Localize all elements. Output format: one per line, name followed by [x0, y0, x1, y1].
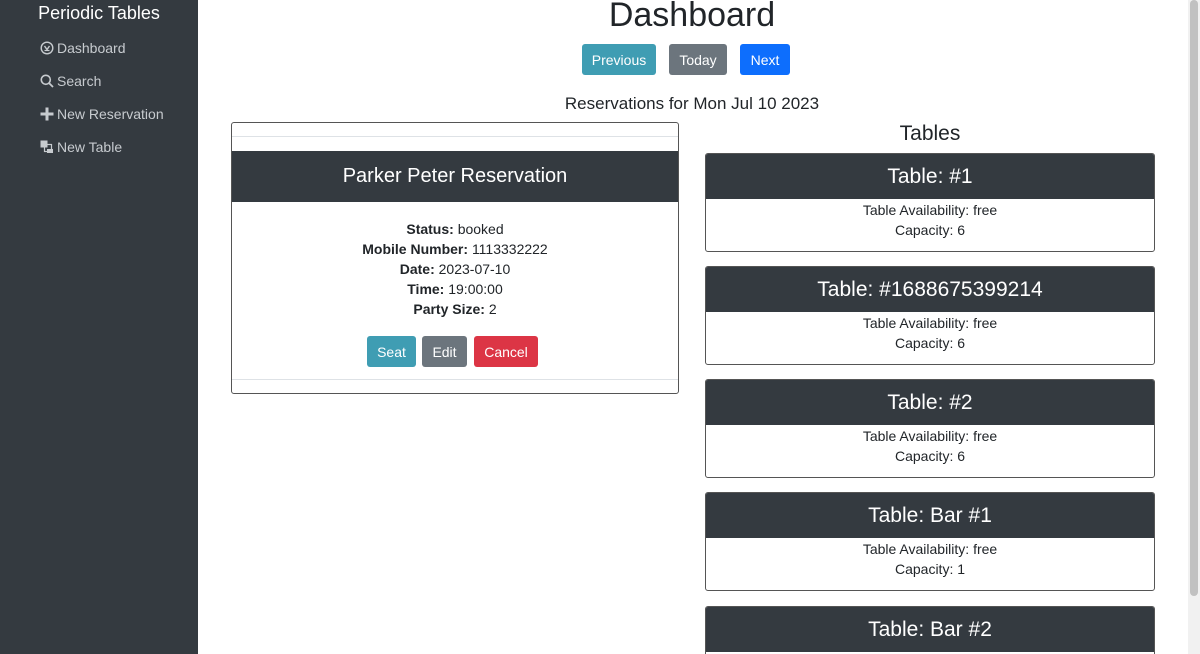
today-button[interactable]: Today [669, 44, 727, 75]
cancel-button[interactable]: Cancel [474, 336, 538, 367]
page-title: Dashboard [608, 0, 776, 34]
reservations-heading: Reservations for Mon Jul 10 2023 [564, 94, 820, 113]
reservation-title: Parker Peter Reservation [232, 151, 678, 202]
table-card: Table: Bar #1 Table Availability: free C… [705, 492, 1155, 591]
table-capacity: Capacity: 1 [894, 561, 966, 577]
divider [232, 379, 678, 380]
mobile-value: 1113332222 [471, 241, 548, 257]
table-card: Table: Bar #2 [705, 606, 1155, 654]
tables-heading: Tables [899, 122, 961, 145]
next-button[interactable]: Next [740, 44, 790, 75]
brand-title[interactable]: Periodic Tables [0, 3, 198, 24]
sidebar-item-dashboard[interactable]: Dashboard [39, 38, 126, 58]
party-size-value: 2 [488, 301, 497, 317]
table-availability: Table Availability: free [862, 315, 998, 331]
table-capacity: Capacity: 6 [894, 335, 966, 351]
status-row: Status: booked [232, 219, 678, 239]
date-row: Date: 2023-07-10 [232, 259, 678, 279]
table-capacity: Capacity: 6 [894, 448, 966, 464]
reservation-details: Status: booked Mobile Number: 1113332222… [232, 219, 678, 319]
table-title: Table: #1 [706, 154, 1154, 199]
table-availability: Table Availability: free [862, 428, 998, 444]
reservation-card: Parker Peter Reservation Status: booked … [231, 122, 679, 394]
sidebar-item-search[interactable]: Search [39, 71, 101, 91]
status-label: Status: [406, 221, 454, 237]
time-row: Time: 19:00:00 [232, 279, 678, 299]
party-size-row: Party Size: 2 [232, 299, 678, 319]
table-card: Table: #1 Table Availability: free Capac… [705, 153, 1155, 252]
seat-button[interactable]: Seat [367, 336, 416, 367]
date-value: 2023-07-10 [438, 261, 511, 277]
table-card: Table: #2 Table Availability: free Capac… [705, 379, 1155, 478]
plus-icon [39, 106, 55, 122]
status-value: booked [457, 221, 504, 237]
scrollbar[interactable] [1188, 0, 1200, 654]
table-capacity: Capacity: 6 [894, 222, 966, 238]
sidebar-item-label: Search [57, 73, 102, 89]
time-label: Time: [407, 281, 445, 297]
time-value: 19:00:00 [448, 281, 503, 297]
sidebar: Periodic Tables Dashboard Search New Res… [0, 0, 198, 654]
edit-button[interactable]: Edit [422, 336, 467, 367]
layers-icon [39, 139, 55, 155]
mobile-label: Mobile Number: [362, 241, 469, 257]
previous-button[interactable]: Previous [582, 44, 656, 75]
sidebar-item-label: New Table [57, 139, 123, 155]
table-availability: Table Availability: free [862, 202, 998, 218]
divider [232, 136, 678, 137]
sidebar-item-new-reservation[interactable]: New Reservation [39, 104, 164, 124]
date-label: Date: [399, 261, 435, 277]
table-availability: Table Availability: free [862, 541, 998, 557]
party-size-label: Party Size: [413, 301, 485, 317]
search-icon [39, 73, 55, 89]
dashboard-icon [39, 40, 55, 56]
table-title: Table: #1688675399214 [706, 267, 1154, 312]
sidebar-item-new-table[interactable]: New Table [39, 137, 122, 157]
scrollbar-thumb[interactable] [1190, 0, 1198, 596]
sidebar-item-label: New Reservation [57, 106, 164, 122]
table-title: Table: #2 [706, 380, 1154, 425]
mobile-row: Mobile Number: 1113332222 [232, 239, 678, 259]
table-title: Table: Bar #2 [706, 607, 1154, 652]
table-title: Table: Bar #1 [706, 493, 1154, 538]
table-card: Table: #1688675399214 Table Availability… [705, 266, 1155, 365]
sidebar-item-label: Dashboard [57, 40, 126, 56]
